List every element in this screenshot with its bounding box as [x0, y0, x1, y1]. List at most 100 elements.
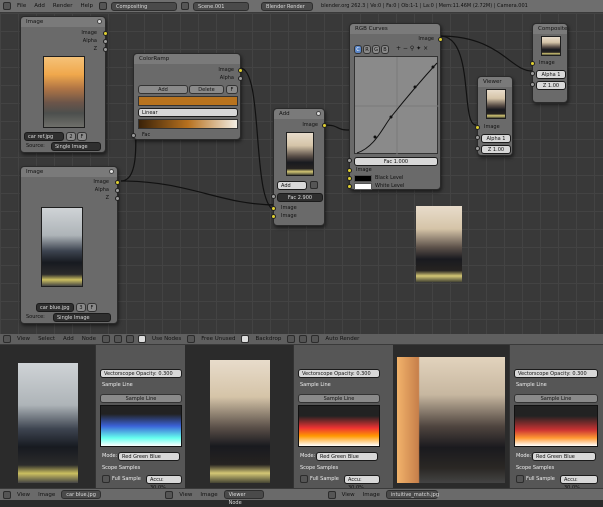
curve-graph[interactable] [354, 56, 439, 155]
menu-view[interactable]: View [15, 492, 32, 498]
full-sample-checkbox[interactable] [516, 475, 524, 483]
source-select[interactable]: Single Image [53, 313, 111, 322]
input-image-socket-1[interactable] [271, 206, 276, 211]
viewer-node[interactable]: Viewer Image Alpha 1 Z 1.00 [475, 76, 513, 156]
full-sample-checkbox[interactable] [102, 475, 110, 483]
input-image-socket[interactable] [347, 168, 352, 173]
alpha-field[interactable]: Alpha 1 [536, 70, 566, 79]
image-editor-2[interactable] [185, 345, 293, 488]
accuracy-field[interactable]: Accu: 30.0% [560, 475, 598, 491]
menu-node[interactable]: Node [80, 336, 98, 342]
interpolation-select[interactable]: Linear [138, 108, 238, 117]
output-alpha-socket[interactable] [238, 76, 243, 81]
curve-tab-b[interactable]: B [381, 45, 389, 54]
z-field[interactable]: Z 1.00 [536, 81, 566, 90]
compositing-nodes-icon[interactable] [114, 335, 123, 343]
screen-layout-select[interactable]: Compositing [111, 1, 178, 11]
render-engine-select[interactable]: Blender Render [261, 1, 314, 11]
output-image-socket[interactable] [115, 180, 120, 185]
full-sample-checkbox[interactable] [300, 475, 308, 483]
menu-add[interactable]: Add [61, 336, 76, 342]
blend-mode-select[interactable]: Add [277, 181, 307, 190]
sample-line-header[interactable]: Sample Line [300, 382, 331, 388]
image-browse-select[interactable]: car blue.jpg [61, 490, 102, 499]
menu-render[interactable]: Render [51, 3, 75, 9]
input-white-socket[interactable] [347, 184, 352, 189]
screen-layout-icon[interactable] [99, 2, 108, 10]
curve-tab-c[interactable]: C [354, 45, 362, 54]
input-fac-socket[interactable] [347, 158, 352, 163]
image-users[interactable]: 2 [66, 132, 76, 141]
free-unused-checkbox[interactable] [187, 335, 196, 343]
output-alpha-socket[interactable] [103, 39, 108, 44]
scene-icon[interactable] [181, 2, 190, 10]
editor-type-icon[interactable] [327, 490, 336, 499]
source-select[interactable]: Single Image [51, 142, 101, 151]
fake-user-button[interactable]: F [77, 132, 87, 141]
mode-select[interactable]: Red Green Blue [532, 452, 596, 461]
node-editor-canvas[interactable]: Image Image Alpha Z car ref.jpg 2 F Sour… [0, 13, 603, 334]
z-field[interactable]: Z 1.00 [481, 145, 511, 154]
use-nodes-checkbox[interactable] [138, 335, 147, 343]
shader-nodes-icon[interactable] [102, 335, 111, 343]
input-z-socket[interactable] [530, 82, 535, 87]
preview-toggle-icon[interactable] [97, 19, 102, 24]
curve-tab-r[interactable]: R [363, 45, 371, 54]
color-ramp-gradient[interactable] [138, 119, 238, 129]
input-fac-socket[interactable] [271, 194, 276, 199]
output-image-socket[interactable] [438, 37, 443, 42]
ramp-color-swatch[interactable] [138, 96, 238, 106]
white-level-swatch[interactable] [354, 183, 372, 190]
rgb-curves-node[interactable]: RGB Curves Image C R G B + − ⚲ ✦ × Fac 1… [347, 23, 443, 190]
sample-line-header[interactable]: Sample Line [516, 382, 547, 388]
menu-image[interactable]: Image [198, 492, 219, 498]
menu-view[interactable]: View [177, 492, 194, 498]
output-z-socket[interactable] [103, 47, 108, 52]
menu-file[interactable]: File [15, 3, 28, 9]
vectorscope-opacity[interactable]: Vectorscope Opacity: 0.300 [514, 369, 598, 378]
image-editor-3[interactable] [393, 345, 509, 488]
texture-nodes-icon[interactable] [126, 335, 135, 343]
preview-toggle-icon[interactable] [316, 111, 321, 116]
image-node-ref[interactable]: Image Image Alpha Z car ref.jpg 2 F Sour… [20, 16, 108, 153]
scope-samples-header[interactable]: Scope Samples [300, 465, 338, 471]
accuracy-field[interactable]: Accu: 30.0% [146, 475, 182, 491]
backdrop-alpha-icon[interactable] [299, 335, 308, 343]
colorramp-node[interactable]: ColorRamp Image Alpha Add Delete F Linea… [131, 53, 243, 140]
fake-user-button[interactable]: F [87, 303, 97, 312]
editor-type-icon[interactable] [3, 490, 11, 499]
composite-node[interactable]: Composite Image Alpha 1 Z 1.00 [530, 23, 568, 103]
input-alpha-socket[interactable] [530, 71, 535, 76]
input-image-socket[interactable] [475, 125, 480, 130]
ramp-delete-button[interactable]: Delete [189, 85, 224, 94]
ramp-add-button[interactable]: Add [138, 85, 188, 94]
sample-line-button[interactable]: Sample Line [298, 394, 380, 403]
auto-render-checkbox[interactable] [311, 335, 320, 343]
image-filename[interactable]: car blue.jpg [36, 303, 74, 312]
input-image-socket-2[interactable] [271, 214, 276, 219]
output-alpha-socket[interactable] [115, 188, 120, 193]
menu-view[interactable]: View [340, 492, 357, 498]
preview-toggle-icon[interactable] [109, 169, 114, 174]
accuracy-field[interactable]: Accu: 30.0% [344, 475, 380, 491]
menu-view[interactable]: View [15, 336, 32, 342]
add-mix-node[interactable]: Add Image Add Fac 2.900 Image Image [271, 108, 327, 226]
output-image-socket[interactable] [103, 31, 108, 36]
alpha-toggle-icon[interactable] [310, 181, 318, 189]
scene-select[interactable]: Scene.001 [193, 1, 250, 11]
menu-help[interactable]: Help [78, 3, 95, 9]
backdrop-channels-icon[interactable] [287, 335, 296, 343]
curve-tab-g[interactable]: G [372, 45, 380, 54]
editor-type-icon[interactable] [3, 335, 11, 343]
input-image-socket[interactable] [530, 61, 535, 66]
fac-slider[interactable]: Fac 1.000 [354, 157, 438, 166]
image-users[interactable]: 3 [76, 303, 86, 312]
menu-add[interactable]: Add [32, 3, 47, 9]
info-editor-icon[interactable] [3, 2, 11, 10]
image-editor-1[interactable] [0, 345, 95, 488]
vectorscope-opacity[interactable]: Vectorscope Opacity: 0.300 [298, 369, 380, 378]
input-alpha-socket[interactable] [475, 135, 480, 140]
curve-tools-icon[interactable]: + − ⚲ ✦ × [396, 45, 428, 52]
output-image-socket[interactable] [238, 68, 243, 73]
image-filename[interactable]: car ref.jpg [24, 132, 64, 141]
